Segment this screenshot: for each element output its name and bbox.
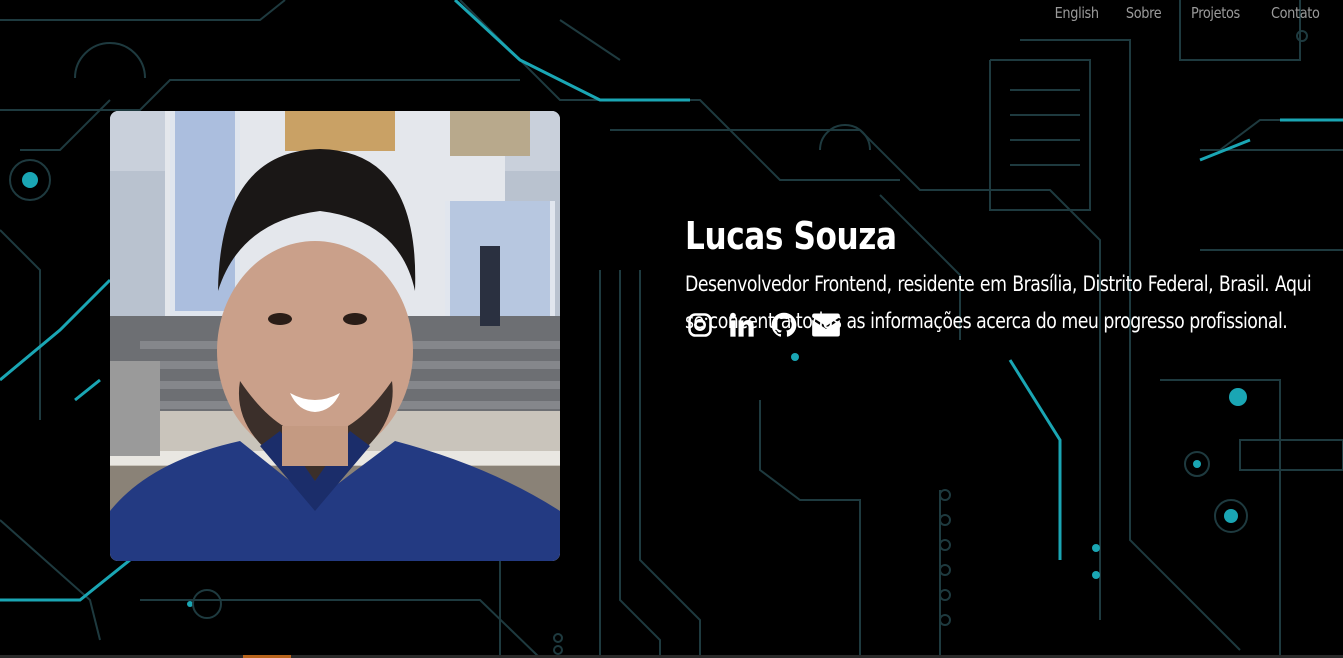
nav-contato-link[interactable]: Contato [1271,4,1320,22]
nav-sobre-link[interactable]: Sobre [1126,4,1162,22]
profile-name: Lucas Souza [685,214,897,258]
profile-photo [110,111,560,561]
nav-english-link[interactable]: English [1055,4,1100,22]
nav-projetos-link[interactable]: Projetos [1191,4,1240,22]
profile-bio: Desenvolvedor Frontend, residente em Bra… [685,272,1312,333]
profile-info: Lucas Souza Desenvolvedor Frontend, resi… [685,214,1312,340]
